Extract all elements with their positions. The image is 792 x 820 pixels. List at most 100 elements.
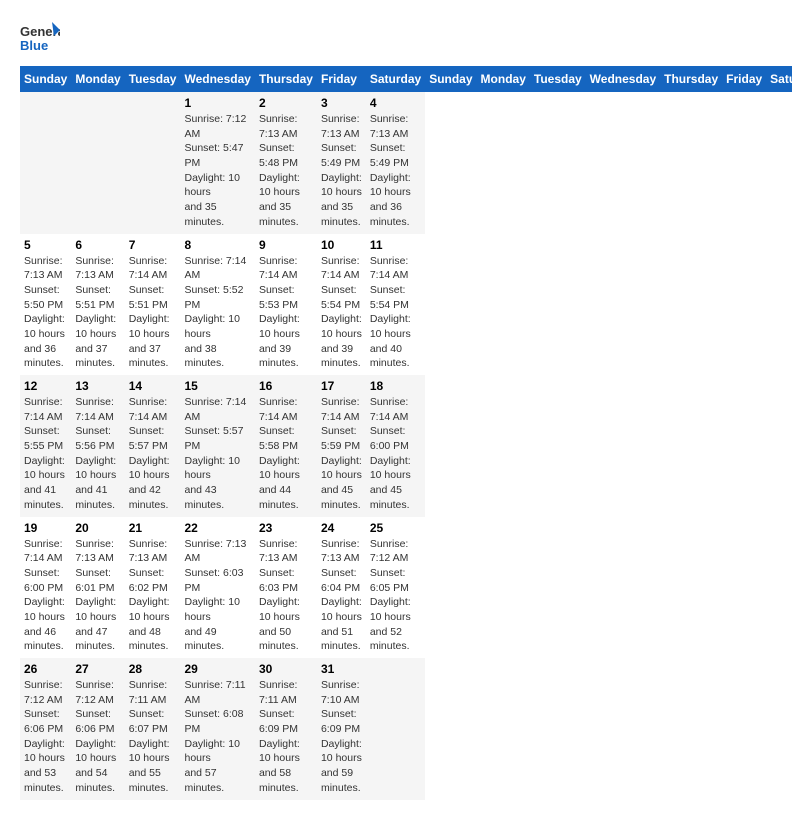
weekday-header-wednesday: Wednesday — [586, 66, 660, 92]
weekday-header-monday: Monday — [477, 66, 530, 92]
day-info: Sunrise: 7:13 AMSunset: 5:51 PMDaylight:… — [75, 254, 120, 372]
day-number: 2 — [259, 96, 313, 110]
day-info: Sunrise: 7:13 AMSunset: 5:48 PMDaylight:… — [259, 112, 313, 230]
calendar-cell: 30 Sunrise: 7:11 AMSunset: 6:09 PMDayligh… — [255, 658, 317, 800]
day-info: Sunrise: 7:14 AMSunset: 5:55 PMDaylight:… — [24, 395, 67, 513]
svg-text:Blue: Blue — [20, 38, 48, 53]
day-info: Sunrise: 7:12 AMSunset: 6:06 PMDaylight:… — [24, 678, 67, 796]
weekday-header-tuesday: Tuesday — [125, 66, 181, 92]
day-info: Sunrise: 7:13 AMSunset: 5:49 PMDaylight:… — [370, 112, 421, 230]
day-info: Sunrise: 7:10 AMSunset: 6:09 PMDaylight:… — [321, 678, 362, 796]
calendar-cell: 10Sunrise: 7:14 AMSunset: 5:54 PMDayligh… — [317, 234, 366, 376]
weekday-header-friday: Friday — [722, 66, 766, 92]
day-number: 14 — [129, 379, 177, 393]
day-info: Sunrise: 7:14 AMSunset: 5:52 PMDaylight:… — [184, 254, 250, 372]
calendar-cell: 7 Sunrise: 7:14 AMSunset: 5:51 PMDaylight… — [125, 234, 181, 376]
day-number: 23 — [259, 521, 313, 535]
day-info: Sunrise: 7:14 AMSunset: 5:51 PMDaylight:… — [129, 254, 177, 372]
day-info: Sunrise: 7:11 AMSunset: 6:09 PMDaylight:… — [259, 678, 313, 796]
day-number: 24 — [321, 521, 362, 535]
calendar-cell: 21Sunrise: 7:13 AMSunset: 6:02 PMDayligh… — [125, 517, 181, 659]
calendar-cell: 9 Sunrise: 7:14 AMSunset: 5:53 PMDaylight… — [255, 234, 317, 376]
day-number: 4 — [370, 96, 421, 110]
calendar-cell — [125, 92, 181, 234]
day-info: Sunrise: 7:12 AMSunset: 5:47 PMDaylight:… — [184, 112, 250, 230]
calendar-cell: 17 Sunrise: 7:14 AMSunset: 5:59 PMDayligh… — [317, 375, 366, 517]
day-info: Sunrise: 7:12 AMSunset: 6:05 PMDaylight:… — [370, 537, 421, 655]
calendar-week-row: 19 Sunrise: 7:14 AMSunset: 6:00 PMDayligh… — [20, 517, 792, 659]
day-info: Sunrise: 7:13 AMSunset: 6:03 PMDaylight:… — [259, 537, 313, 655]
calendar-cell — [366, 658, 425, 800]
weekday-header-saturday: Saturday — [366, 66, 425, 92]
day-number: 28 — [129, 662, 177, 676]
calendar-cell: 26Sunrise: 7:12 AMSunset: 6:06 PMDayligh… — [20, 658, 71, 800]
weekday-header-thursday: Thursday — [660, 66, 722, 92]
day-number: 7 — [129, 238, 177, 252]
day-info: Sunrise: 7:13 AMSunset: 6:03 PMDaylight:… — [184, 537, 250, 655]
day-info: Sunrise: 7:13 AMSunset: 6:02 PMDaylight:… — [129, 537, 177, 655]
calendar-cell: 27 Sunrise: 7:12 AMSunset: 6:06 PMDayligh… — [71, 658, 124, 800]
day-number: 19 — [24, 521, 67, 535]
calendar-week-row: 26Sunrise: 7:12 AMSunset: 6:06 PMDayligh… — [20, 658, 792, 800]
day-number: 8 — [184, 238, 250, 252]
day-number: 12 — [24, 379, 67, 393]
day-number: 6 — [75, 238, 120, 252]
calendar-cell — [20, 92, 71, 234]
day-number: 11 — [370, 238, 421, 252]
day-info: Sunrise: 7:14 AMSunset: 5:54 PMDaylight:… — [321, 254, 362, 372]
day-number: 27 — [75, 662, 120, 676]
day-number: 17 — [321, 379, 362, 393]
calendar-cell: 3Sunrise: 7:13 AMSunset: 5:49 PMDaylight… — [317, 92, 366, 234]
calendar-cell: 20 Sunrise: 7:13 AMSunset: 6:01 PMDayligh… — [71, 517, 124, 659]
calendar-cell: 28 Sunrise: 7:11 AMSunset: 6:07 PMDayligh… — [125, 658, 181, 800]
calendar-cell: 16Sunrise: 7:14 AMSunset: 5:58 PMDayligh… — [255, 375, 317, 517]
day-info: Sunrise: 7:14 AMSunset: 5:53 PMDaylight:… — [259, 254, 313, 372]
day-number: 22 — [184, 521, 250, 535]
weekday-header-saturday: Saturday — [766, 66, 792, 92]
calendar-cell: 24 Sunrise: 7:13 AMSunset: 6:04 PMDayligh… — [317, 517, 366, 659]
day-info: Sunrise: 7:14 AMSunset: 6:00 PMDaylight:… — [24, 537, 67, 655]
day-info: Sunrise: 7:11 AMSunset: 6:07 PMDaylight:… — [129, 678, 177, 796]
day-info: Sunrise: 7:14 AMSunset: 5:58 PMDaylight:… — [259, 395, 313, 513]
calendar-cell: 5 Sunrise: 7:13 AMSunset: 5:50 PMDaylight… — [20, 234, 71, 376]
calendar-week-row: 12 Sunrise: 7:14 AMSunset: 5:55 PMDayligh… — [20, 375, 792, 517]
day-number: 25 — [370, 521, 421, 535]
day-info: Sunrise: 7:13 AMSunset: 6:01 PMDaylight:… — [75, 537, 120, 655]
day-info: Sunrise: 7:14 AMSunset: 6:00 PMDaylight:… — [370, 395, 421, 513]
day-info: Sunrise: 7:14 AMSunset: 5:57 PMDaylight:… — [184, 395, 250, 513]
day-number: 20 — [75, 521, 120, 535]
day-info: Sunrise: 7:13 AMSunset: 6:04 PMDaylight:… — [321, 537, 362, 655]
calendar-cell: 6 Sunrise: 7:13 AMSunset: 5:51 PMDaylight… — [71, 234, 124, 376]
weekday-header-tuesday: Tuesday — [530, 66, 586, 92]
weekday-header-friday: Friday — [317, 66, 366, 92]
day-info: Sunrise: 7:11 AMSunset: 6:08 PMDaylight:… — [184, 678, 250, 796]
day-number: 5 — [24, 238, 67, 252]
calendar-cell: 19 Sunrise: 7:14 AMSunset: 6:00 PMDayligh… — [20, 517, 71, 659]
day-info: Sunrise: 7:14 AMSunset: 5:59 PMDaylight:… — [321, 395, 362, 513]
day-info: Sunrise: 7:13 AMSunset: 5:50 PMDaylight:… — [24, 254, 67, 372]
calendar-cell: 8 Sunrise: 7:14 AMSunset: 5:52 PMDaylight… — [180, 234, 254, 376]
weekday-header-sunday: Sunday — [425, 66, 476, 92]
calendar-header-row: SundayMondayTuesdayWednesdayThursdayFrid… — [20, 66, 792, 92]
weekday-header-monday: Monday — [71, 66, 124, 92]
calendar-cell: 14 Sunrise: 7:14 AMSunset: 5:57 PMDayligh… — [125, 375, 181, 517]
calendar-table: SundayMondayTuesdayWednesdayThursdayFrid… — [20, 66, 792, 800]
calendar-cell: 15 Sunrise: 7:14 AMSunset: 5:57 PMDayligh… — [180, 375, 254, 517]
day-info: Sunrise: 7:14 AMSunset: 5:54 PMDaylight:… — [370, 254, 421, 372]
day-number: 9 — [259, 238, 313, 252]
day-number: 30 — [259, 662, 313, 676]
day-info: Sunrise: 7:12 AMSunset: 6:06 PMDaylight:… — [75, 678, 120, 796]
day-number: 18 — [370, 379, 421, 393]
calendar-cell: 13Sunrise: 7:14 AMSunset: 5:56 PMDayligh… — [71, 375, 124, 517]
weekday-header-sunday: Sunday — [20, 66, 71, 92]
logo-svg: General Blue — [20, 20, 60, 56]
calendar-cell: 2 Sunrise: 7:13 AMSunset: 5:48 PMDaylight… — [255, 92, 317, 234]
day-number: 13 — [75, 379, 120, 393]
day-number: 15 — [184, 379, 250, 393]
day-number: 1 — [184, 96, 250, 110]
logo: General Blue — [20, 20, 60, 56]
calendar-cell: 29Sunrise: 7:11 AMSunset: 6:08 PMDayligh… — [180, 658, 254, 800]
calendar-week-row: 5 Sunrise: 7:13 AMSunset: 5:50 PMDaylight… — [20, 234, 792, 376]
day-info: Sunrise: 7:14 AMSunset: 5:57 PMDaylight:… — [129, 395, 177, 513]
day-number: 3 — [321, 96, 362, 110]
